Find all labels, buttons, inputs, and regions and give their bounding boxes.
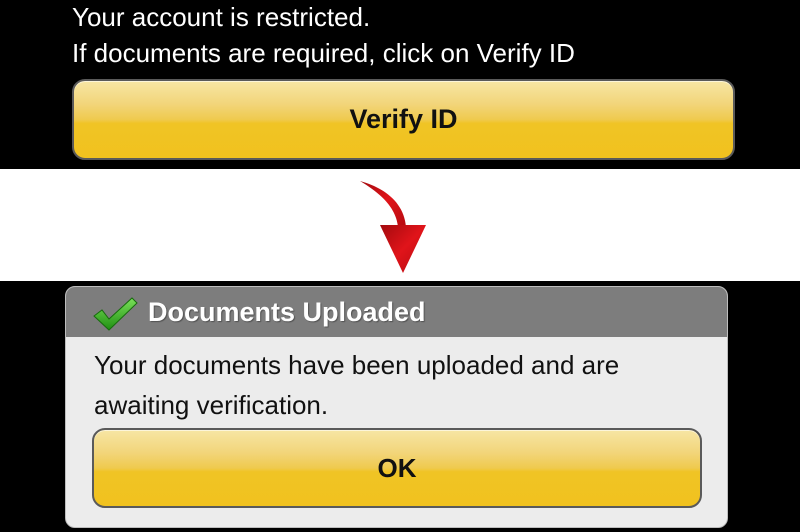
green-checkmark-icon bbox=[93, 297, 138, 331]
dialog-title: Documents Uploaded bbox=[148, 297, 426, 327]
documents-uploaded-dialog: Documents Uploaded Your documents have b… bbox=[65, 286, 728, 528]
screen: Your account is restricted. If documents… bbox=[0, 0, 800, 532]
curved-down-arrow-icon bbox=[360, 181, 426, 273]
dialog-message: Your documents have been uploaded and ar… bbox=[94, 350, 620, 420]
verify-id-button[interactable]: Verify ID bbox=[72, 79, 735, 160]
documents-instruction: If documents are required, click on Veri… bbox=[72, 38, 575, 68]
dialog-header: Documents Uploaded bbox=[66, 287, 727, 337]
transition-band bbox=[0, 169, 800, 281]
restricted-message: Your account is restricted. bbox=[72, 2, 371, 32]
ok-button[interactable]: OK bbox=[92, 428, 702, 508]
account-notice-panel: Your account is restricted. If documents… bbox=[0, 0, 800, 169]
